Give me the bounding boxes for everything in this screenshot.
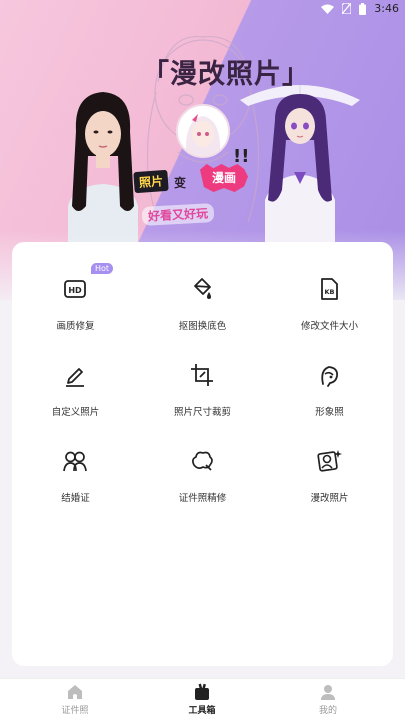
tool-label: 照片尺寸裁剪 [173,407,231,418]
tool-marriage-certificate[interactable]: 结婚证 [12,448,139,528]
wifi-icon [321,4,335,14]
tab-toolbox[interactable]: 工具箱 [172,683,232,716]
fun-slogan: 好看又好玩 [141,203,215,226]
kb-file-icon: KB [321,278,338,300]
svg-text:KB: KB [325,288,335,296]
tool-comic-photo[interactable]: 漫改照片 [266,448,393,528]
hd-icon: HD [64,280,86,298]
toolbox-icon [195,683,209,700]
comic-photo-icon [317,450,342,472]
tool-label: 证件照精修 [178,493,227,504]
tab-label: 工具箱 [188,706,216,716]
portrait-icon [321,366,338,387]
paint-bucket-icon [194,278,211,299]
tool-cutout-background[interactable]: 抠图换底色 [139,276,266,356]
tool-custom-photo[interactable]: 自定义照片 [12,362,139,442]
anime-girl-image [240,85,360,250]
tool-hd-repair[interactable]: HD Hot 画质修复 [12,263,139,356]
change-tag: 变 [174,176,187,190]
couple-icon [63,451,87,472]
comic-tag: 漫画 [200,164,248,192]
tool-portrait[interactable]: 形象照 [266,362,393,442]
tool-label: 画质修复 [56,321,95,332]
pencil-icon [66,368,84,387]
hot-badge: Hot [91,263,114,274]
status-time: 3:46 [374,2,399,15]
tool-label: 自定义照片 [51,407,100,418]
anime-avatar-image [176,104,230,158]
realistic-girl-image [68,92,138,246]
toolbox-card: HD Hot 画质修复 抠图换底色 KB 修改文件大小 自定义照片 照片尺寸裁剪… [12,242,393,666]
bottom-tab-bar: 证件照 工具箱 我的 [0,678,405,721]
tool-file-size[interactable]: KB 修改文件大小 [266,276,393,356]
exclamation-tag: !! [233,146,250,167]
retouch-icon [192,451,213,471]
tab-label: 我的 [318,706,337,716]
tab-id-photo[interactable]: 证件照 [45,683,105,716]
crop-icon [191,364,213,386]
tool-label: 结婚证 [61,493,90,504]
home-icon [68,685,82,699]
banner-title: 「漫改照片」 [142,59,310,90]
battery-icon [359,2,367,15]
tool-label: 漫改照片 [310,493,349,504]
tool-label: 抠图换底色 [178,321,227,332]
no-sim-icon [342,3,352,14]
tool-label: 形象照 [315,407,344,418]
tool-id-retouch[interactable]: 证件照精修 [139,448,266,528]
tab-mine[interactable]: 我的 [298,683,358,716]
user-icon [321,685,335,700]
svg-text:HD: HD [68,286,82,295]
status-bar: 3:46 [0,0,405,18]
tab-label: 证件照 [61,706,89,716]
photo-tag: 照片 [133,169,169,194]
tool-crop[interactable]: 照片尺寸裁剪 [139,362,266,442]
tool-label: 修改文件大小 [300,321,358,332]
